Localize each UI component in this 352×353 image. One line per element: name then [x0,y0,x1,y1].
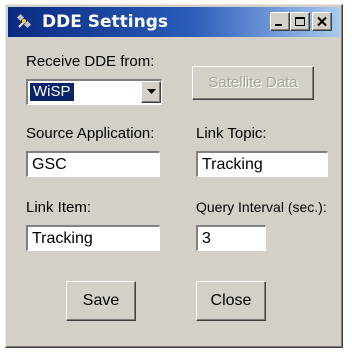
query-interval-label: Query Interval (sec.): [196,199,327,215]
title-bar[interactable]: DDE Settings [8,7,340,37]
maximize-icon [295,17,305,26]
window-title: DDE Settings [42,12,168,32]
maximize-button[interactable] [290,12,310,31]
minimize-button[interactable] [270,12,290,31]
link-item-input[interactable] [28,227,159,250]
link-item-label: Link Item: [26,199,92,216]
link-topic-label: Link Topic: [196,125,267,142]
link-item-field[interactable] [25,224,161,252]
source-application-input[interactable] [28,153,159,176]
close-dialog-button[interactable]: Close [196,281,266,321]
link-topic-input[interactable] [198,153,327,176]
minimize-icon [275,24,282,26]
source-application-label: Source Application: [26,125,155,142]
link-topic-field[interactable] [195,150,329,178]
close-icon [317,16,327,27]
satellite-icon [16,13,32,29]
receive-dde-dropdown-button[interactable] [141,81,161,103]
query-interval-field[interactable] [195,224,267,252]
satellite-data-button[interactable]: Satellite Data [192,66,314,100]
receive-dde-selected-value: WiSP [30,83,74,101]
source-application-field[interactable] [25,150,161,178]
chevron-down-icon [147,89,156,94]
receive-dde-label: Receive DDE from: [26,53,155,70]
close-button[interactable] [312,12,332,31]
query-interval-input[interactable] [198,227,265,250]
save-button[interactable]: Save [66,281,136,321]
receive-dde-select[interactable]: WiSP [26,79,162,105]
dde-settings-window: DDE Settings Receive DDE from: WiSP Sate… [5,4,343,348]
